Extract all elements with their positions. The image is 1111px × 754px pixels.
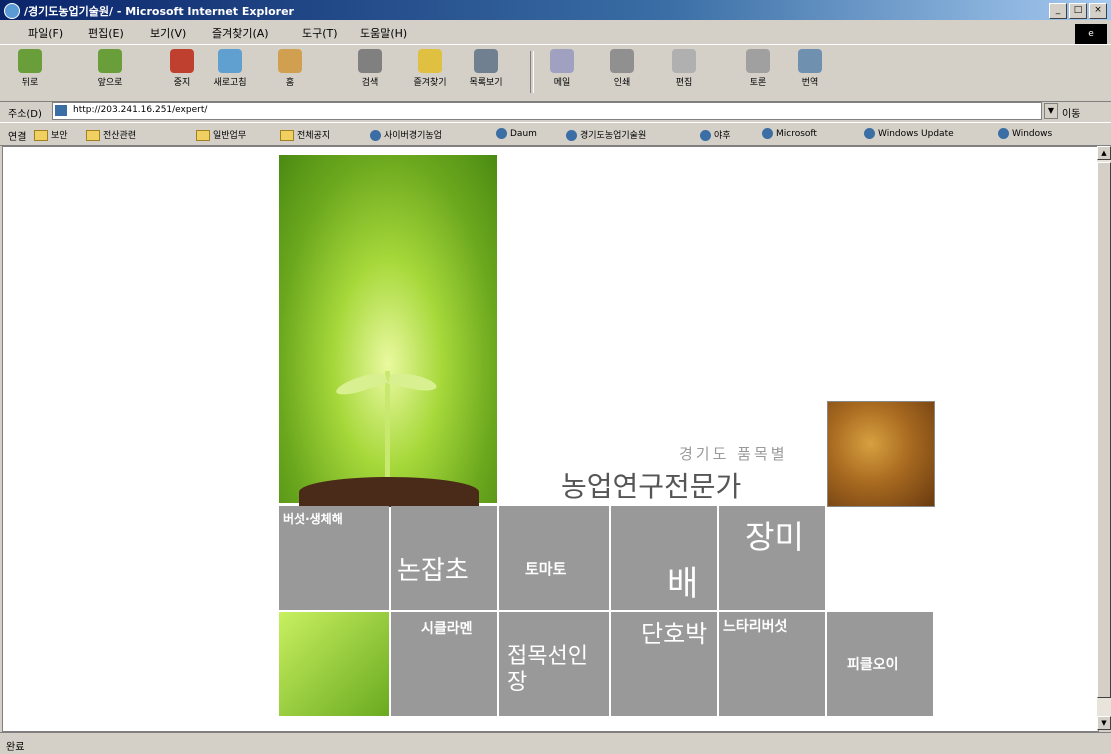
seedling-hero-image [279,155,497,507]
vertical-scrollbar[interactable]: ▲ ▼ [1097,146,1111,730]
menu-file[interactable]: 파일(F) [28,25,63,41]
status-bar: 완료 [0,732,1111,754]
link-folder-security[interactable]: 보안 [34,128,68,141]
address-label: 주소(D) [8,109,42,120]
forward-icon [98,49,122,73]
link-gyeonggi-ares[interactable]: 경기도농업기술원 [566,128,646,141]
go-button[interactable]: 이동 [1062,105,1080,120]
menu-edit[interactable]: 편집(E) [88,25,124,41]
seedling-leaf-left [334,369,388,399]
menu-help[interactable]: 도움말(H) [360,25,407,41]
edit-button[interactable]: 편집 [664,49,704,88]
tile-t10[interactable]: 피클오이 [827,612,933,716]
ie-page-icon [864,128,875,139]
tile-t7[interactable]: 접목선인장 [499,612,609,716]
seedling-stem [385,371,390,481]
tile-t9[interactable]: 느타리버섯 [719,612,825,716]
folder-icon [34,130,48,141]
links-bar: 연결 보안 전산관련 일반업무 전체공지 사이버경기농업 Daum 경기도농업기… [0,122,1111,146]
minimize-button[interactable]: _ [1049,3,1067,19]
page-viewport: 경기도 품목별 농업연구전문가 버섯·생체해 논잡초 토마토 배 장미 시클라멘… [2,146,1099,732]
menu-bar: 파일(F) 편집(E) 보기(V) 즐겨찾기(A) 도구(T) 도움말(H) [0,22,1111,42]
address-bar: 주소(D) http://203.241.16.251/expert/ [0,101,1111,121]
tile-t3[interactable]: 토마토 [499,506,609,610]
back-button[interactable]: 뒤로 [10,49,50,88]
status-text: 완료 [6,742,25,753]
grass-photo [827,401,935,507]
ie-page-icon [496,128,507,139]
ie-page-icon [762,128,773,139]
tile-t1[interactable]: 버섯·생체해 [279,506,389,610]
discuss-button[interactable]: 토론 [738,49,778,88]
favorites-button[interactable]: 즐겨찾기 [410,49,450,88]
scroll-up-button[interactable]: ▲ [1097,146,1111,160]
home-icon [278,49,302,73]
discuss-icon [746,49,770,73]
scroll-down-button[interactable]: ▼ [1097,716,1111,730]
tile-t8[interactable]: 단호박 [611,612,717,716]
address-dropdown-button[interactable]: ▼ [1044,103,1058,119]
folder-icon [86,130,100,141]
close-button[interactable]: × [1089,3,1107,19]
history-icon [474,49,498,73]
ie-page-icon [700,130,711,141]
menu-favorites[interactable]: 즐겨찾기(A) [212,25,269,41]
window-title: /경기도농업기술원/ - Microsoft Internet Explorer [24,5,294,18]
mail-button[interactable]: 메일 [542,49,582,88]
refresh-button[interactable]: 새로고침 [210,49,250,88]
menu-tools[interactable]: 도구(T) [302,25,338,41]
page-title: 농업연구전문가 [561,470,742,503]
ie-throbber-icon: e [1075,24,1107,44]
links-label: 연결 [8,132,27,143]
mail-icon [550,49,574,73]
tile-t2[interactable]: 논잡초 [391,506,497,610]
soil-mound [299,477,479,507]
edit-icon [672,49,696,73]
stop-button[interactable]: 중지 [162,49,202,88]
history-button[interactable]: 목록보기 [466,49,506,88]
scroll-thumb[interactable] [1097,162,1111,698]
ie-page-icon [566,130,577,141]
address-input[interactable]: http://203.241.16.251/expert/ [52,102,1042,120]
page-icon [55,105,67,116]
standard-toolbar: 뒤로 앞으로 중지 새로고침 홈 검색 즐겨찾기 목록보기 메일 인쇄 편집 토… [0,44,1111,102]
print-icon [610,49,634,73]
favorites-icon [418,49,442,73]
link-folder-general[interactable]: 일반업무 [196,128,246,141]
link-folder-computing[interactable]: 전산관련 [86,128,136,141]
address-url: http://203.241.16.251/expert/ [73,105,208,115]
link-microsoft[interactable]: Microsoft [762,128,817,139]
link-daum[interactable]: Daum [496,128,537,139]
ie-logo-icon[interactable] [4,3,20,19]
home-button[interactable]: 홈 [270,49,310,88]
link-windows-update[interactable]: Windows Update [864,128,954,139]
stop-icon [170,49,194,73]
link-windows[interactable]: Windows [998,128,1052,139]
seedling-leaf-right [388,370,438,394]
link-cyber-agri[interactable]: 사이버경기농업 [370,128,442,141]
print-button[interactable]: 인쇄 [602,49,642,88]
green-tile-image [279,612,389,716]
title-bar: /경기도농업기술원/ - Microsoft Internet Explorer… [0,0,1111,20]
search-icon [358,49,382,73]
translate-icon [798,49,822,73]
folder-icon [196,130,210,141]
link-folder-notice[interactable]: 전체공지 [280,128,330,141]
ie-page-icon [998,128,1009,139]
tile-t6[interactable]: 시클라멘 [391,612,497,716]
folder-icon [280,130,294,141]
menu-view[interactable]: 보기(V) [150,25,186,41]
refresh-icon [218,49,242,73]
maximize-button[interactable]: □ [1069,3,1087,19]
toolbar-separator [530,51,534,93]
ie-page-icon [370,130,381,141]
forward-button[interactable]: 앞으로 [90,49,130,88]
page-subtitle: 경기도 품목별 [679,445,788,463]
tile-t5[interactable]: 장미 [719,506,825,610]
link-yahoo[interactable]: 야후 [700,128,731,141]
back-icon [18,49,42,73]
search-button[interactable]: 검색 [350,49,390,88]
tile-t4[interactable]: 배 [611,506,717,610]
translate-button[interactable]: 번역 [790,49,830,88]
